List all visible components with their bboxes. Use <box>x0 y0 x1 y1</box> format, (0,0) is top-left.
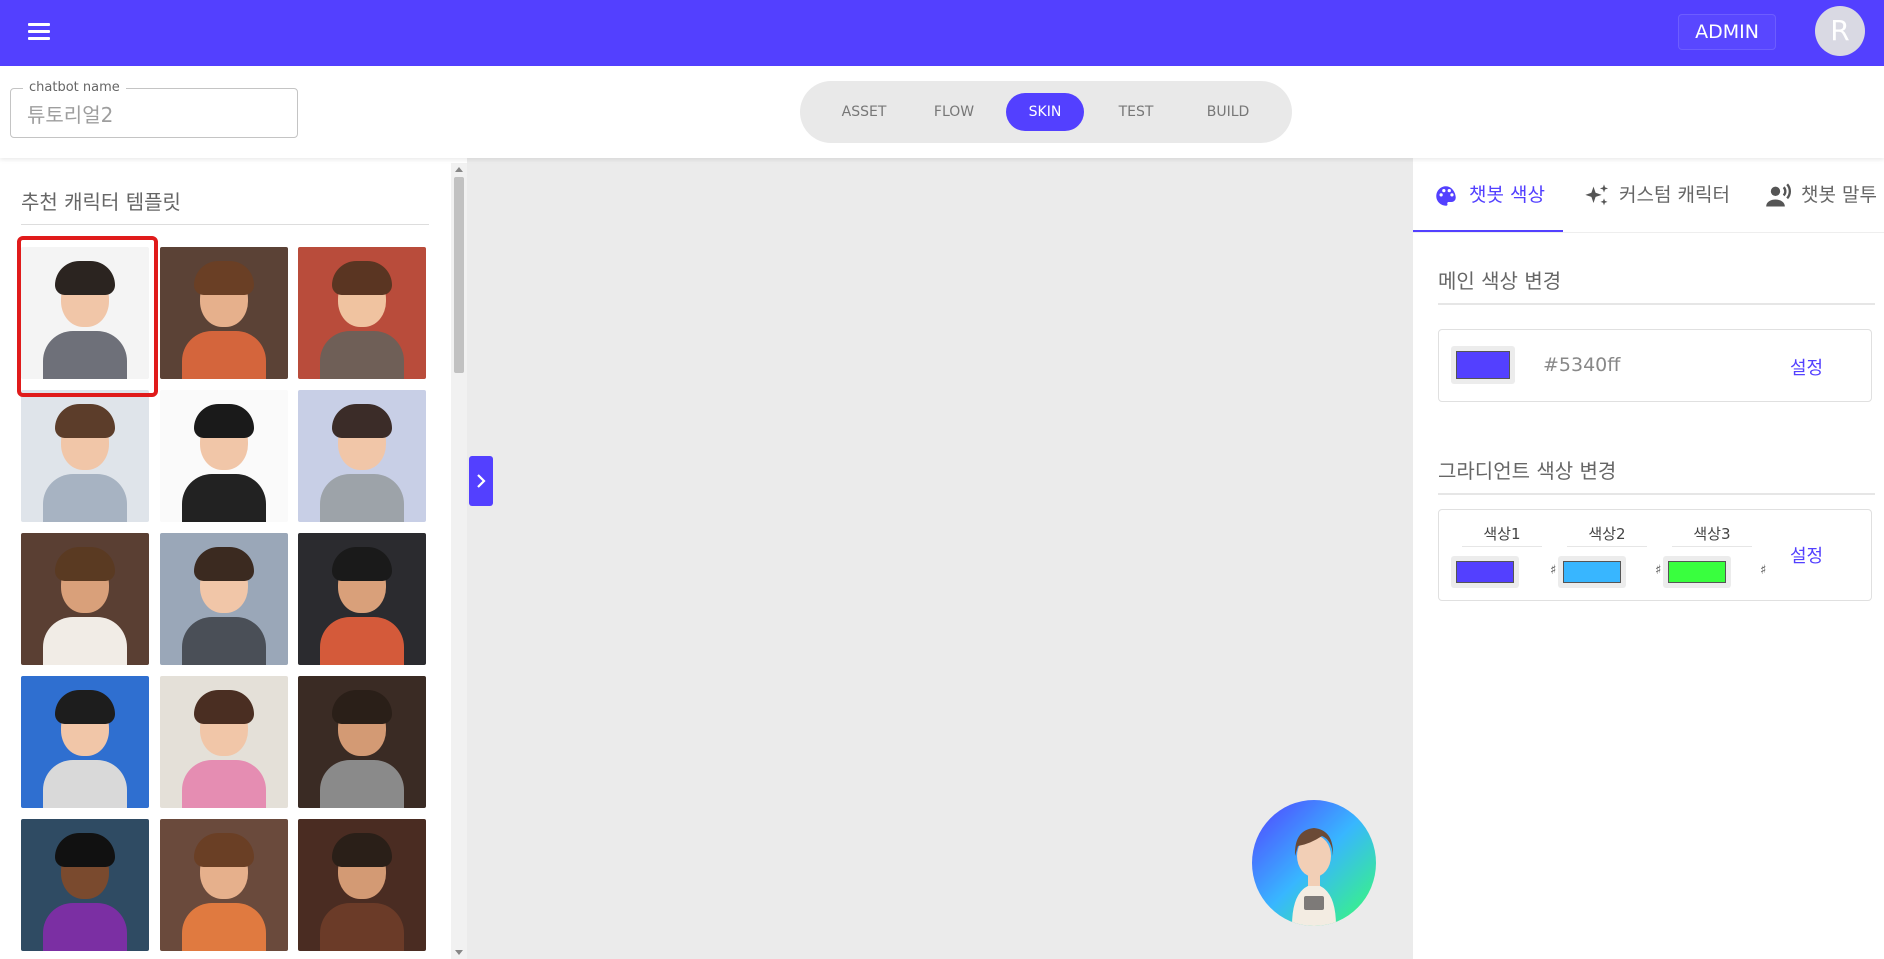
admin-button[interactable]: ADMIN <box>1678 14 1776 50</box>
palette-icon <box>1436 185 1456 206</box>
template-thumbnail[interactable] <box>298 676 426 808</box>
template-thumbnail[interactable] <box>21 390 149 522</box>
tab-chatbot-tone[interactable]: 챗봇 말투 <box>1765 158 1877 232</box>
hash-symbol: ♯ <box>1550 563 1557 578</box>
template-thumbnail[interactable] <box>298 390 426 522</box>
gradient-color-set-button[interactable]: 설정 <box>1790 542 1823 568</box>
scroll-up-arrow-icon[interactable] <box>455 167 463 172</box>
tab-custom-character[interactable]: 커스텀 캐릭터 <box>1583 158 1730 232</box>
color-swatch-fill <box>1668 561 1726 583</box>
gradient-color-1-swatch[interactable] <box>1451 556 1519 588</box>
template-thumbnail[interactable] <box>21 533 149 665</box>
gradient-color-2-label: 색상2 <box>1588 525 1626 543</box>
tab-custom-character-label: 커스텀 캐릭터 <box>1619 184 1730 206</box>
hamburger-menu-icon[interactable] <box>26 20 52 42</box>
template-thumbnail[interactable] <box>298 247 426 379</box>
main-color-set-button[interactable]: 설정 <box>1790 354 1823 380</box>
chatbot-name-input[interactable] <box>27 101 287 125</box>
hash-symbol: ♯ <box>1655 563 1662 578</box>
gradient-color-3-swatch[interactable] <box>1663 556 1731 588</box>
template-thumbnail[interactable] <box>21 819 149 951</box>
divider <box>1567 546 1647 547</box>
divider <box>21 224 429 225</box>
divider <box>1413 232 1884 233</box>
template-thumbnail[interactable] <box>160 247 288 379</box>
tab-test[interactable]: TEST <box>1098 93 1174 131</box>
template-thumbnail[interactable] <box>160 533 288 665</box>
main-color-title: 메인 색상 변경 <box>1438 269 1562 293</box>
editor-step-tabs: ASSET FLOW SKIN TEST BUILD <box>800 81 1292 143</box>
main-color-swatch[interactable] <box>1451 346 1515 384</box>
divider <box>1672 546 1752 547</box>
skin-settings-panel: 챗봇 색상 커스텀 캐릭터 챗봇 말투 메인 색상 변경 #5340ff 설정 … <box>1413 158 1884 959</box>
template-scrollbar[interactable] <box>451 163 467 959</box>
gradient-color-1-label: 색상1 <box>1483 525 1521 543</box>
user-avatar[interactable]: R <box>1815 6 1865 56</box>
chatbot-avatar-preview[interactable] <box>1252 800 1376 926</box>
editor-toolbar: chatbot name ASSET FLOW SKIN TEST BUILD <box>0 66 1884 158</box>
template-thumbnail[interactable] <box>160 676 288 808</box>
gradient-color-card: 색상1 색상2 색상3 ♯ ♯ ♯ 설정 <box>1438 509 1872 601</box>
template-panel-title: 추천 캐릭터 템플릿 <box>21 190 181 214</box>
tab-flow[interactable]: FLOW <box>916 93 992 131</box>
color-swatch-fill <box>1456 351 1510 379</box>
chevron-right-icon <box>477 474 486 488</box>
gradient-color-2-swatch[interactable] <box>1558 556 1626 588</box>
sparkles-icon <box>1585 183 1609 205</box>
template-thumbnail[interactable] <box>160 819 288 951</box>
main-color-hex: #5340ff <box>1543 354 1621 376</box>
tab-chatbot-color[interactable]: 챗봇 색상 <box>1433 158 1545 232</box>
template-thumbnail[interactable] <box>160 390 288 522</box>
divider <box>1438 493 1875 495</box>
scroll-down-arrow-icon[interactable] <box>455 950 463 955</box>
tab-skin[interactable]: SKIN <box>1006 93 1084 131</box>
tab-chatbot-tone-label: 챗봇 말투 <box>1801 184 1877 206</box>
divider <box>1462 546 1542 547</box>
tab-chatbot-color-label: 챗봇 색상 <box>1469 184 1545 206</box>
character-avatar-image <box>1292 828 1336 926</box>
chatbot-name-label: chatbot name <box>23 80 126 95</box>
template-thumbnail[interactable] <box>298 819 426 951</box>
tab-asset[interactable]: ASSET <box>824 93 904 131</box>
scrollbar-thumb[interactable] <box>454 177 464 373</box>
expand-panel-button[interactable] <box>469 456 493 506</box>
top-app-bar: ADMIN R <box>0 0 1884 66</box>
divider <box>1438 303 1875 305</box>
gradient-color-3-label: 색상3 <box>1693 525 1731 543</box>
speaking-person-icon <box>1766 183 1791 206</box>
template-thumbnail[interactable] <box>298 533 426 665</box>
main-color-card: #5340ff 설정 <box>1438 329 1872 402</box>
template-thumbnail[interactable] <box>21 676 149 808</box>
chatbot-name-field[interactable]: chatbot name <box>10 80 298 138</box>
gradient-color-title: 그라디언트 색상 변경 <box>1438 459 1617 483</box>
color-swatch-fill <box>1563 561 1621 583</box>
tab-build[interactable]: BUILD <box>1188 93 1268 131</box>
selected-template-highlight <box>17 236 158 397</box>
color-swatch-fill <box>1456 561 1514 583</box>
hash-symbol: ♯ <box>1760 563 1767 578</box>
